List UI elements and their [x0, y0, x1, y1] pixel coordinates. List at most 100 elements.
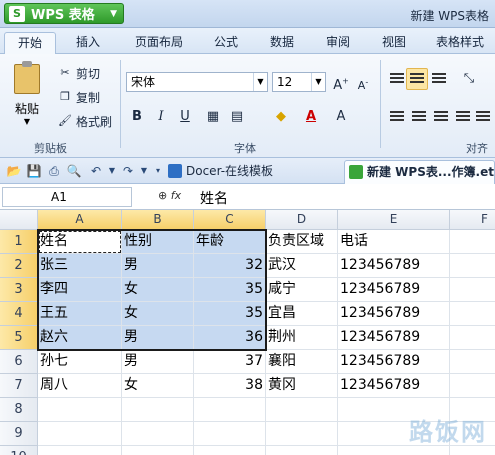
cell-d4[interactable]: 宜昌 [266, 302, 338, 326]
tab-page-layout[interactable]: 页面布局 [124, 32, 194, 54]
cell-b9[interactable] [122, 422, 194, 446]
cell-b6[interactable]: 男 [122, 350, 194, 374]
cell-c5[interactable]: 36 [194, 326, 266, 350]
align-right-button[interactable] [430, 106, 452, 128]
row-header-7[interactable]: 7 [0, 374, 38, 398]
row-header-3[interactable]: 3 [0, 278, 38, 302]
cell-f10[interactable] [450, 446, 495, 455]
cell-d9[interactable] [266, 422, 338, 446]
column-header-d[interactable]: D [266, 210, 338, 230]
fill-color-button[interactable]: ◆ [270, 106, 292, 128]
cell-b5[interactable]: 男 [122, 326, 194, 350]
cell-e7[interactable]: 123456789 [338, 374, 450, 398]
align-middle-button[interactable] [406, 68, 428, 90]
shrink-font-button[interactable]: A- [352, 71, 374, 93]
cell-e4[interactable]: 123456789 [338, 302, 450, 326]
tab-insert[interactable]: 插入 [64, 32, 112, 54]
underline-button[interactable]: U [174, 106, 196, 128]
formula-icons[interactable]: ⊕ fx [158, 189, 181, 202]
cell-b8[interactable] [122, 398, 194, 422]
align-center-button[interactable] [408, 106, 430, 128]
cell-d2[interactable]: 武汉 [266, 254, 338, 278]
cell-f3[interactable] [450, 278, 495, 302]
cut-button[interactable]: ✂ 剪切 [58, 64, 100, 82]
cell-e6[interactable]: 123456789 [338, 350, 450, 374]
tab-review[interactable]: 审阅 [316, 32, 360, 54]
cell-c3[interactable]: 35 [194, 278, 266, 302]
tab-data[interactable]: 数据 [260, 32, 304, 54]
cell-b10[interactable] [122, 446, 194, 455]
cell-c9[interactable] [194, 422, 266, 446]
merge-button[interactable]: ▤ [226, 106, 248, 128]
cell-c2[interactable]: 32 [194, 254, 266, 278]
format-painter-button[interactable]: 🖌 格式刷 [58, 112, 112, 130]
tab-home[interactable]: 开始 [4, 32, 56, 54]
bold-button[interactable]: B [126, 106, 148, 128]
name-box[interactable]: A1 [2, 187, 132, 207]
cell-a9[interactable] [38, 422, 122, 446]
print-preview-icon[interactable]: 🔍 [66, 163, 82, 179]
cell-a3[interactable]: 李四 [38, 278, 122, 302]
wps-app-menu-button[interactable]: S WPS 表格 ▼ [4, 3, 124, 24]
cell-b7[interactable]: 女 [122, 374, 194, 398]
row-header-9[interactable]: 9 [0, 422, 38, 446]
select-all-corner[interactable] [0, 210, 38, 230]
cell-b2[interactable]: 男 [122, 254, 194, 278]
row-header-4[interactable]: 4 [0, 302, 38, 326]
font-color-button[interactable]: A [300, 106, 322, 128]
cell-d3[interactable]: 咸宁 [266, 278, 338, 302]
cell-e3[interactable]: 123456789 [338, 278, 450, 302]
cell-e1[interactable]: 电话 [338, 230, 450, 254]
text-direction-button[interactable]: ⤡ [458, 68, 480, 90]
font-size-select[interactable]: 12 ▼ [272, 72, 326, 92]
column-header-c[interactable]: C [194, 210, 266, 230]
cell-b1[interactable]: 性别 [122, 230, 194, 254]
align-bottom-button[interactable] [428, 68, 450, 90]
cell-d8[interactable] [266, 398, 338, 422]
cell-f1[interactable] [450, 230, 495, 254]
formula-content[interactable]: 姓名 [200, 188, 228, 208]
paste-button[interactable]: 粘贴 ▼ [10, 61, 44, 126]
cell-e2[interactable]: 123456789 [338, 254, 450, 278]
column-header-f[interactable]: F [450, 210, 495, 230]
save-icon[interactable]: 💾 [26, 163, 42, 179]
row-header-8[interactable]: 8 [0, 398, 38, 422]
cell-a10[interactable] [38, 446, 122, 455]
cell-c10[interactable] [194, 446, 266, 455]
cell-a7[interactable]: 周八 [38, 374, 122, 398]
grow-font-button[interactable]: A+ [330, 71, 352, 93]
justify-button[interactable] [452, 106, 474, 128]
cell-f4[interactable] [450, 302, 495, 326]
cell-a4[interactable]: 王五 [38, 302, 122, 326]
cell-c6[interactable]: 37 [194, 350, 266, 374]
row-header-10[interactable]: 10 [0, 446, 38, 455]
spreadsheet-grid[interactable]: A B C D E F 1 姓名 性别 年龄 负责区域 电话 2 张三男 32 武汉 123456789 3 李四女… [0, 210, 495, 455]
cell-d1[interactable]: 负责区域 [266, 230, 338, 254]
redo-icon[interactable]: ↷ [120, 163, 136, 179]
open-folder-icon[interactable]: 📂 [6, 163, 22, 179]
cell-d7[interactable]: 黄冈 [266, 374, 338, 398]
cell-f2[interactable] [450, 254, 495, 278]
row-header-6[interactable]: 6 [0, 350, 38, 374]
font-name-select[interactable]: 宋体 ▼ [126, 72, 268, 92]
row-header-1[interactable]: 1 [0, 230, 38, 254]
tab-formula[interactable]: 公式 [204, 32, 248, 54]
phonetic-button[interactable]: A [330, 106, 352, 128]
undo-icon[interactable]: ↶ [88, 163, 104, 179]
cell-f6[interactable] [450, 350, 495, 374]
doc-tab-workbook[interactable]: 新建 WPS表...作簿.et [344, 160, 495, 184]
cell-a6[interactable]: 孙七 [38, 350, 122, 374]
column-header-e[interactable]: E [338, 210, 450, 230]
cell-d10[interactable] [266, 446, 338, 455]
cell-f5[interactable] [450, 326, 495, 350]
cell-a2[interactable]: 张三 [38, 254, 122, 278]
doc-tab-docer[interactable]: Docer-在线模板 [164, 160, 338, 184]
cell-c8[interactable] [194, 398, 266, 422]
cell-e5[interactable]: 123456789 [338, 326, 450, 350]
align-top-button[interactable] [386, 68, 408, 90]
chevron-down-icon[interactable]: ▼ [104, 163, 120, 179]
cell-c7[interactable]: 38 [194, 374, 266, 398]
row-header-5[interactable]: 5 [0, 326, 38, 350]
align-left-button[interactable] [386, 106, 408, 128]
cell-c1[interactable]: 年龄 [194, 230, 266, 254]
